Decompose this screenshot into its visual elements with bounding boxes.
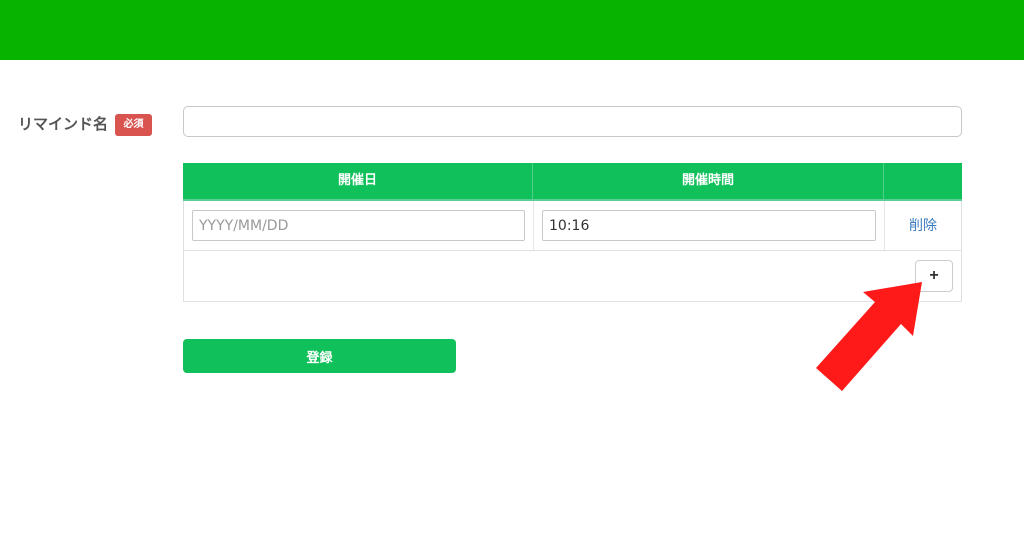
header-time: 開催時間 xyxy=(533,163,884,199)
column-divider xyxy=(533,201,534,250)
top-header-bar xyxy=(0,0,1024,60)
time-input[interactable] xyxy=(542,210,876,241)
arrow-pointing-up-right-icon xyxy=(816,282,922,391)
date-input[interactable] xyxy=(192,210,525,241)
required-badge: 必須 xyxy=(115,114,152,136)
reminder-name-input[interactable] xyxy=(183,106,962,137)
header-date: 開催日 xyxy=(183,163,533,199)
reminder-name-label: リマインド名 xyxy=(18,115,109,133)
row-divider xyxy=(184,250,961,251)
header-actions xyxy=(884,163,962,199)
arrow-shape xyxy=(816,282,922,391)
register-button[interactable]: 登録 xyxy=(183,339,456,373)
schedule-table-header: 開催日 開催時間 xyxy=(183,163,962,201)
delete-row-link[interactable]: 削除 xyxy=(909,217,937,235)
column-divider xyxy=(884,201,885,250)
